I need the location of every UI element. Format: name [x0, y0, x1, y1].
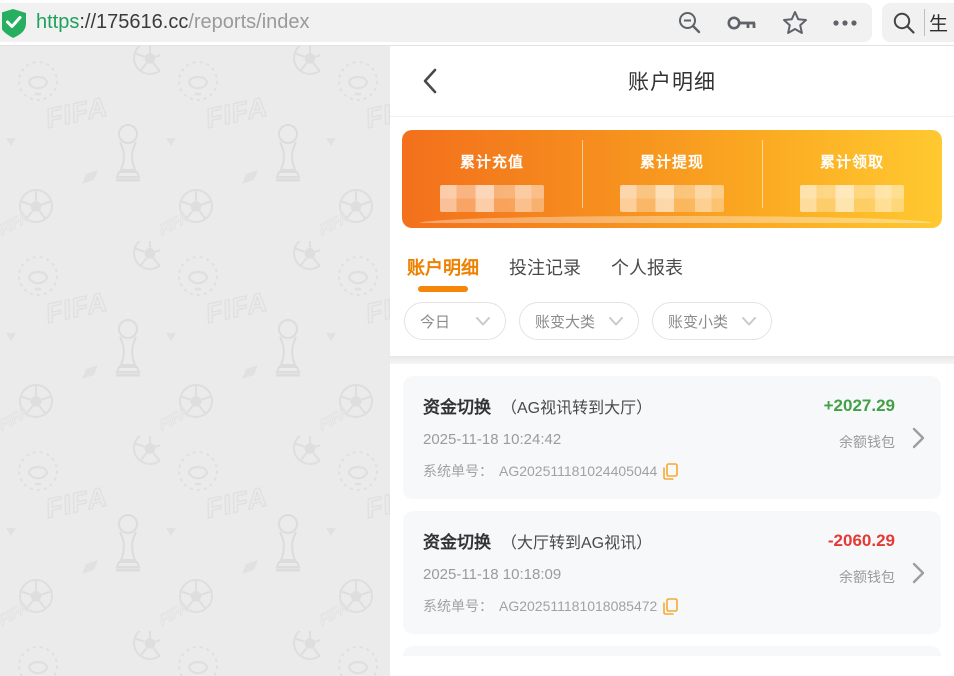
- filter-minor-category-dropdown[interactable]: 账变小类: [652, 302, 772, 340]
- filter-date-dropdown[interactable]: 今日: [404, 302, 506, 340]
- address-bar[interactable]: https://175616.cc/reports/index: [0, 3, 872, 42]
- transaction-wallet: 余额钱包: [824, 432, 895, 452]
- card-swoosh-decoration: [420, 216, 933, 223]
- back-button[interactable]: [414, 65, 446, 97]
- summary-card: 累计充值 累计提现 累计领取: [402, 130, 942, 228]
- filter-label: 账变小类: [668, 311, 728, 332]
- shield-check-icon: [2, 8, 28, 38]
- copy-icon[interactable]: [663, 463, 678, 480]
- order-number-value: AG202511181024405044: [499, 463, 657, 479]
- search-icon: [892, 11, 916, 35]
- hidden-value-blur: [440, 185, 544, 212]
- chevron-right-icon[interactable]: [912, 562, 925, 584]
- transaction-row[interactable]: 资金切换 （大厅转到AG视讯） 2025-11-18 10:18:09 系统单号…: [403, 511, 941, 634]
- summary-label: 累计提现: [582, 151, 762, 172]
- copy-icon[interactable]: [663, 598, 678, 615]
- transaction-subtitle: （大厅转到AG视讯）: [501, 529, 652, 553]
- order-number-label: 系统单号：: [423, 461, 493, 481]
- quick-search-text: 生: [924, 9, 948, 36]
- transaction-row-partial[interactable]: [403, 646, 941, 656]
- tab-bar: 账户明细 投注记录 个人报表: [390, 228, 954, 294]
- more-dots-icon[interactable]: [832, 19, 858, 27]
- transaction-row[interactable]: 资金切换 （AG视讯转到大厅） 2025-11-18 10:24:42 系统单号…: [403, 376, 941, 499]
- page-header: 账户明细: [390, 46, 954, 117]
- transaction-amount: +2027.29: [824, 396, 895, 416]
- tab-account-detail[interactable]: 账户明细: [407, 254, 479, 294]
- section-divider: [390, 356, 954, 364]
- order-number-value: AG202511181018085472: [499, 598, 657, 614]
- url-text[interactable]: https://175616.cc/reports/index: [36, 11, 310, 34]
- page-title: 账户明细: [628, 66, 716, 96]
- star-icon[interactable]: [782, 10, 808, 35]
- key-icon[interactable]: [726, 12, 758, 34]
- summary-section: 累计充值 累计提现 累计领取: [390, 117, 954, 228]
- hidden-value-blur: [620, 185, 724, 212]
- transaction-list: 资金切换 （AG视讯转到大厅） 2025-11-18 10:24:42 系统单号…: [390, 364, 954, 656]
- site-background: FIFA FIFA: [0, 46, 390, 676]
- filter-label: 账变大类: [535, 311, 595, 332]
- url-scheme: https: [36, 11, 79, 33]
- chevron-down-icon: [609, 317, 623, 326]
- url-path: /reports/index: [188, 11, 309, 33]
- summary-col-claim: 累计领取: [762, 130, 942, 228]
- tab-personal-report[interactable]: 个人报表: [611, 254, 683, 294]
- tab-bet-records[interactable]: 投注记录: [509, 254, 581, 294]
- transaction-subtitle: （AG视讯转到大厅）: [501, 394, 652, 418]
- filter-bar: 今日 账变大类 账变小类: [390, 294, 954, 356]
- chevron-down-icon: [476, 317, 490, 326]
- filter-major-category-dropdown[interactable]: 账变大类: [519, 302, 639, 340]
- fifa-pattern-background: FIFA FIFA: [0, 46, 390, 676]
- summary-label: 累计领取: [762, 151, 942, 172]
- chevron-right-icon[interactable]: [912, 427, 925, 449]
- transaction-title: 资金切换: [423, 393, 491, 418]
- filter-label: 今日: [420, 311, 450, 332]
- quick-search-box[interactable]: 生: [882, 3, 954, 42]
- summary-col-deposit: 累计充值: [402, 130, 582, 228]
- summary-col-withdraw: 累计提现: [582, 130, 762, 228]
- hidden-value-blur: [800, 185, 904, 212]
- transaction-title: 资金切换: [423, 528, 491, 553]
- account-detail-page: 账户明细 累计充值 累计提现 累计领取 账户明细 投: [390, 46, 954, 676]
- url-host: ://175616.cc: [79, 11, 188, 33]
- zoom-out-icon[interactable]: [677, 10, 702, 35]
- browser-toolbar: https://175616.cc/reports/index: [0, 0, 954, 46]
- order-number-label: 系统单号：: [423, 596, 493, 616]
- summary-label: 累计充值: [402, 151, 582, 172]
- chevron-left-icon: [422, 68, 438, 94]
- transaction-amount: -2060.29: [828, 531, 895, 551]
- chevron-down-icon: [742, 317, 756, 326]
- transaction-wallet: 余额钱包: [828, 567, 895, 587]
